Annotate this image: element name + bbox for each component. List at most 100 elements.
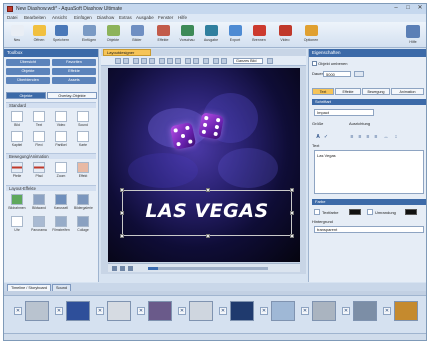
transition-icon[interactable]: ✕ xyxy=(342,307,350,315)
section-animation[interactable]: Bewegung/Animation xyxy=(6,153,96,159)
resize-handle[interactable] xyxy=(290,234,294,238)
export-button[interactable]: Export xyxy=(224,24,246,46)
slide-thumbnail[interactable] xyxy=(271,301,295,321)
outline-checkbox[interactable] xyxy=(367,209,373,215)
transition-icon[interactable]: ✕ xyxy=(96,307,104,315)
video-button[interactable]: Video xyxy=(274,24,296,46)
slide-thumbnail[interactable] xyxy=(230,301,254,321)
copy-icon[interactable] xyxy=(141,58,147,64)
layout-gallery[interactable]: Bildergalerie xyxy=(74,194,93,210)
align-right-icon[interactable] xyxy=(175,58,181,64)
duration-spinner[interactable] xyxy=(354,71,364,77)
slide-thumbnail[interactable] xyxy=(312,301,336,321)
background-select[interactable]: transparent xyxy=(314,226,424,233)
toolbox-link-transitions[interactable]: Überblenden xyxy=(6,77,50,84)
italic-icon[interactable]: ✓ xyxy=(323,134,329,140)
close-button[interactable]: ✕ xyxy=(415,5,425,12)
grid-icon[interactable] xyxy=(185,58,191,64)
toolbox-link-overview[interactable]: Übersicht xyxy=(6,59,50,66)
layout-filmstrip[interactable]: Filmstreifen xyxy=(52,216,70,232)
align-center-icon[interactable]: ≡ xyxy=(357,134,363,140)
resize-handle[interactable] xyxy=(290,188,294,192)
text-content-input[interactable]: Las Vegas xyxy=(314,150,424,194)
textcolor-checkbox[interactable] xyxy=(314,209,320,215)
redo-icon[interactable] xyxy=(123,58,129,64)
transition-icon[interactable]: ✕ xyxy=(383,307,391,315)
transition-icon[interactable]: ✕ xyxy=(178,307,186,315)
layout-panorama[interactable]: Panorama xyxy=(30,216,48,232)
stop-icon[interactable] xyxy=(120,266,125,271)
anim-path[interactable]: Pfad xyxy=(30,162,48,178)
spacing-icon[interactable]: ↔ xyxy=(383,134,389,140)
tab-animation[interactable]: Animation xyxy=(391,88,424,95)
timeline-ruler[interactable] xyxy=(4,291,426,296)
duration-input[interactable]: 5000 xyxy=(323,71,351,77)
layout-collage[interactable]: Collage xyxy=(74,216,92,232)
toolbox-link-assets[interactable]: Assets xyxy=(52,77,96,84)
tab-objects[interactable]: Objekte xyxy=(6,92,46,99)
lock-icon[interactable] xyxy=(203,58,209,64)
zoom-out-icon[interactable] xyxy=(213,58,219,64)
slide-canvas[interactable]: LAS VEGAS xyxy=(108,68,300,262)
transition-icon[interactable]: ✕ xyxy=(137,307,145,315)
zoom-select[interactable]: Ganzes Bild xyxy=(233,58,263,64)
options-button[interactable]: Optionen xyxy=(300,24,322,46)
align-center-icon[interactable] xyxy=(167,58,173,64)
line-height-icon[interactable]: ↕ xyxy=(393,134,399,140)
slide-thumbnail[interactable] xyxy=(394,301,418,321)
align-left-icon[interactable] xyxy=(159,58,165,64)
loop-icon[interactable] xyxy=(128,266,133,271)
font-select[interactable]: Impact xyxy=(314,109,374,116)
outline-swatch[interactable] xyxy=(405,209,417,215)
menu-fenster[interactable]: Fenster xyxy=(158,15,173,20)
snap-icon[interactable] xyxy=(193,58,199,64)
transition-icon[interactable]: ✕ xyxy=(14,307,22,315)
section-layout-effects[interactable]: Layout-Effekte xyxy=(6,185,96,191)
new-button[interactable]: Neu xyxy=(6,24,28,46)
tab-text[interactable]: Text xyxy=(312,88,334,95)
rename-checkbox[interactable] xyxy=(312,61,317,67)
toolbox-link-favorites[interactable]: Favoriten xyxy=(52,59,96,66)
minimize-button[interactable]: – xyxy=(391,5,401,12)
anim-effect[interactable]: Effekt xyxy=(74,162,92,178)
maximize-button[interactable]: □ xyxy=(403,5,413,12)
object-image[interactable]: Bild xyxy=(8,111,26,127)
insert-button[interactable]: Einfügen xyxy=(78,24,100,46)
menu-ansicht[interactable]: Ansicht xyxy=(52,15,67,20)
resize-handle[interactable] xyxy=(206,188,210,192)
menu-diashow[interactable]: Diashow xyxy=(97,15,114,20)
tab-motion[interactable]: Bewegung xyxy=(362,88,390,95)
save-button[interactable]: Speichern xyxy=(50,24,72,46)
transition-icon[interactable]: ✕ xyxy=(219,307,227,315)
object-chapter[interactable]: Kapitel xyxy=(8,131,26,147)
tab-layout-designer[interactable]: Layoutdesigner xyxy=(103,49,151,56)
justify-icon[interactable]: ≡ xyxy=(373,134,379,140)
open-button[interactable]: Öffnen xyxy=(28,24,50,46)
anim-arrows[interactable]: Pfeile xyxy=(8,162,26,178)
undo-icon[interactable] xyxy=(115,58,121,64)
rename-checkbox-row[interactable]: Objekt umbenen xyxy=(312,61,347,67)
resize-handle[interactable] xyxy=(120,234,124,238)
slide-thumbnail[interactable] xyxy=(148,301,172,321)
paste-icon[interactable] xyxy=(149,58,155,64)
menu-datei[interactable]: Datei xyxy=(7,15,18,20)
section-standard[interactable]: Standard xyxy=(6,102,96,108)
menu-extras[interactable]: Extras xyxy=(119,15,132,20)
menu-hilfe[interactable]: Hilfe xyxy=(178,15,187,20)
anim-zoom[interactable]: Zoom xyxy=(52,162,70,178)
text-object-selection[interactable]: LAS VEGAS xyxy=(120,188,294,238)
preview-progress-track[interactable] xyxy=(148,267,268,270)
object-map[interactable]: Karte xyxy=(74,131,92,147)
transition-icon[interactable]: ✕ xyxy=(260,307,268,315)
burn-button[interactable]: Brennen xyxy=(248,24,270,46)
slide-thumbnail[interactable] xyxy=(66,301,90,321)
bold-icon[interactable]: A xyxy=(315,134,321,140)
tab-effects[interactable]: Effekte xyxy=(335,88,361,95)
help-button[interactable]: Hilfe xyxy=(402,24,424,46)
tab-overlay-objects[interactable]: Overlay-Objekte xyxy=(47,92,97,99)
menu-ausgabe[interactable]: Ausgabe xyxy=(136,15,154,20)
slide-thumbnail[interactable] xyxy=(353,301,377,321)
align-left-icon[interactable]: ≡ xyxy=(349,134,355,140)
layout-clock[interactable]: Uhr xyxy=(8,216,26,232)
cut-icon[interactable] xyxy=(133,58,139,64)
